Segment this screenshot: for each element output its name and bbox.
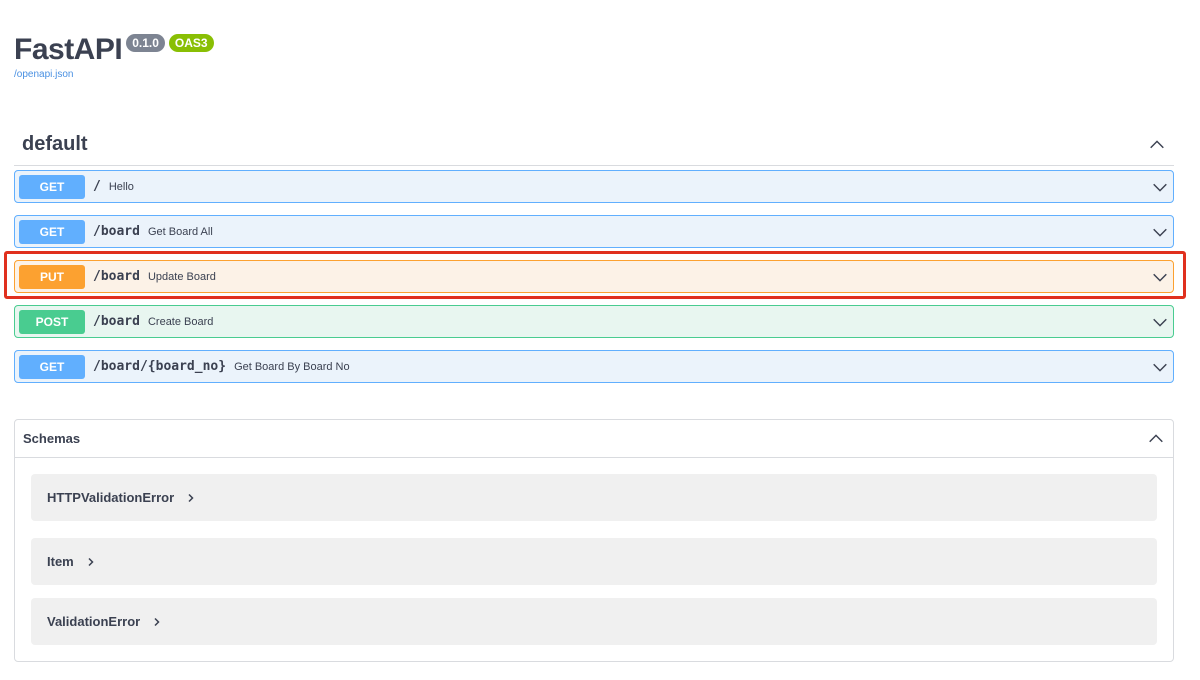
operation-path: /board xyxy=(93,269,140,284)
method-badge: GET xyxy=(19,354,85,379)
oas-badge: OAS3 xyxy=(168,34,214,52)
chevron-down-icon[interactable] xyxy=(1151,178,1169,196)
operation-path: /board/{board_no} xyxy=(93,359,227,374)
info-header: FastAPI 0.1.0 OAS3 /openapi.json xyxy=(14,32,214,80)
operation-path: /board xyxy=(93,224,140,239)
schemas-header[interactable]: Schemas xyxy=(15,420,1173,458)
tag-section-default[interactable]: default xyxy=(14,124,1174,166)
chevron-up-icon[interactable] xyxy=(1148,136,1166,154)
model-item[interactable]: Item xyxy=(31,538,1157,585)
operation-get-board[interactable]: GET /board Get Board All xyxy=(14,215,1174,248)
chevron-down-icon[interactable] xyxy=(1151,358,1169,376)
chevron-right-icon[interactable] xyxy=(152,617,162,627)
section-title: default xyxy=(22,133,88,155)
model-name: ValidationError xyxy=(47,614,141,629)
model-name: Item xyxy=(47,554,74,569)
chevron-down-icon[interactable] xyxy=(1151,223,1169,241)
schemas-section: Schemas HTTPValidationError Item Validat… xyxy=(14,419,1174,662)
operation-path: /board xyxy=(93,314,140,329)
operation-summary: Create Board xyxy=(147,315,214,328)
chevron-right-icon[interactable] xyxy=(86,557,96,567)
model-validationerror[interactable]: ValidationError xyxy=(31,598,1157,645)
schemas-title: Schemas xyxy=(23,431,81,446)
operation-path: / xyxy=(93,179,101,194)
operation-summary: Update Board xyxy=(147,270,216,283)
method-badge: PUT xyxy=(19,264,85,289)
operation-summary: Get Board All xyxy=(147,225,213,238)
model-httpvalidationerror[interactable]: HTTPValidationError xyxy=(31,474,1157,521)
operation-get-root[interactable]: GET / Hello xyxy=(14,170,1174,203)
operation-post-board[interactable]: POST /board Create Board xyxy=(14,305,1174,338)
chevron-down-icon[interactable] xyxy=(1151,313,1169,331)
model-name: HTTPValidationError xyxy=(47,490,175,505)
version-badge: 0.1.0 xyxy=(126,34,165,52)
operation-get-board-by-no[interactable]: GET /board/{board_no} Get Board By Board… xyxy=(14,350,1174,383)
openapi-json-link[interactable]: /openapi.json xyxy=(14,69,214,80)
app-title: FastAPI xyxy=(14,33,123,66)
chevron-right-icon[interactable] xyxy=(186,493,196,503)
chevron-up-icon[interactable] xyxy=(1147,430,1165,448)
method-badge: POST xyxy=(19,309,85,334)
operation-put-board[interactable]: PUT /board Update Board xyxy=(14,260,1174,293)
operations-list: GET / Hello GET /board Get Board All PUT… xyxy=(14,170,1174,395)
method-badge: GET xyxy=(19,219,85,244)
chevron-down-icon[interactable] xyxy=(1151,268,1169,286)
method-badge: GET xyxy=(19,174,85,199)
operation-summary: Get Board By Board No xyxy=(234,360,350,373)
operation-summary: Hello xyxy=(108,180,134,193)
